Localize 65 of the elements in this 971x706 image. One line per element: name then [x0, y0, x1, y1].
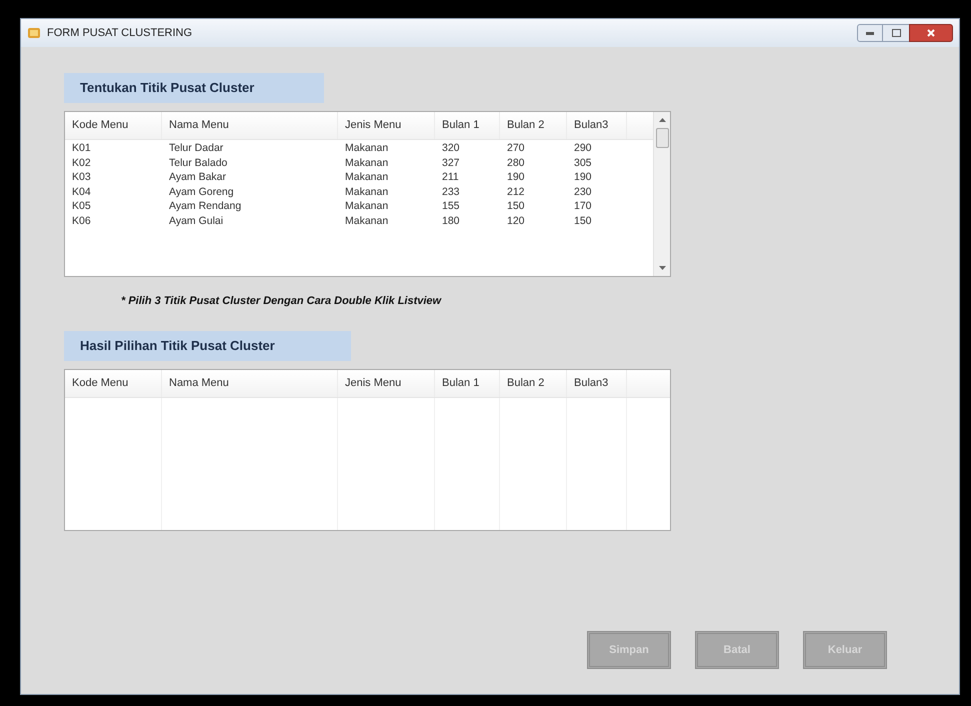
table-cell: Makanan — [345, 200, 388, 212]
down-arrow-icon — [658, 266, 666, 270]
table-cell: 280 — [507, 156, 525, 169]
table-cell: 327 — [442, 156, 460, 169]
table-cell: Makanan — [345, 142, 388, 154]
column-header[interactable]: Jenis Menu — [345, 375, 402, 392]
table-cell: 120 — [507, 214, 525, 227]
table-cell: Ayam Goreng — [169, 186, 234, 198]
table-cell: Telur Balado — [169, 156, 228, 169]
table-cell: Makanan — [345, 186, 388, 198]
table-cell: 212 — [507, 186, 525, 198]
table-cell: K04 — [72, 186, 91, 198]
table-cell: 170 — [574, 200, 592, 212]
maximize-icon — [892, 29, 900, 37]
table-cell: 190 — [574, 171, 592, 184]
maximize-button[interactable] — [883, 24, 909, 42]
table-cell: 150 — [574, 214, 592, 227]
minimize-button[interactable] — [857, 24, 883, 42]
scrollbar[interactable] — [653, 112, 670, 276]
close-icon — [927, 29, 935, 37]
window-title: FORM PUSAT CLUSTERING — [47, 26, 192, 41]
table-cell: K05 — [72, 200, 91, 212]
column-header[interactable]: Bulan3 — [574, 117, 608, 134]
result-list[interactable]: Kode Menu Nama Menu Jenis Menu Bulan 1 Bulan 2 Bulan3 — [64, 369, 671, 531]
column-header[interactable]: Bulan 2 — [507, 117, 544, 134]
table-cell: K03 — [72, 171, 91, 184]
scroll-thumb[interactable] — [656, 128, 668, 148]
hint-text: * Pilih 3 Titik Pusat Cluster Dengan Cara Double Klik Listview — [121, 295, 442, 307]
column-header[interactable]: Bulan 1 — [442, 375, 480, 392]
column-header[interactable]: Nama Menu — [169, 117, 229, 134]
table-cell: 155 — [442, 200, 460, 212]
section-title: Tentukan Titik Pusat Cluster — [80, 79, 254, 98]
up-arrow-icon — [658, 118, 666, 122]
table-cell: 270 — [507, 142, 525, 154]
table-cell: K02 — [72, 156, 91, 169]
table-cell: 190 — [507, 171, 525, 184]
table-cell: 233 — [442, 186, 460, 198]
table-cell: 230 — [574, 186, 592, 198]
section-title: Hasil Pilihan Titik Pusat Cluster — [80, 337, 275, 356]
column-header[interactable]: Nama Menu — [169, 375, 229, 392]
table-cell: 150 — [507, 200, 525, 212]
table-cell: 180 — [442, 214, 460, 227]
table-cell: Makanan — [345, 171, 388, 184]
column-header[interactable]: Jenis Menu — [345, 117, 402, 134]
table-cell: Makanan — [345, 156, 388, 169]
table-cell: Ayam Rendang — [169, 200, 242, 212]
column-header[interactable]: Kode Menu — [72, 375, 128, 392]
column-header[interactable]: Bulan 1 — [442, 117, 480, 134]
table-cell: 320 — [442, 142, 460, 154]
table-cell: Makanan — [345, 214, 388, 227]
table-cell: K06 — [72, 214, 91, 227]
close-button[interactable] — [909, 24, 953, 42]
table-cell: 211 — [442, 171, 459, 184]
app-icon — [27, 26, 41, 40]
table-cell: Ayam Bakar — [169, 171, 226, 184]
column-header[interactable]: Kode Menu — [72, 117, 128, 134]
table-cell: 305 — [574, 156, 592, 169]
minimize-icon — [866, 32, 874, 34]
table-cell: K01 — [72, 142, 91, 154]
menu-list[interactable] — [64, 111, 671, 277]
column-header[interactable]: Bulan 2 — [507, 375, 544, 392]
column-header[interactable]: Bulan3 — [574, 375, 608, 392]
table-cell: 290 — [574, 142, 592, 154]
table-cell: Telur Dadar — [169, 142, 224, 154]
table-cell: Ayam Gulai — [169, 214, 224, 227]
